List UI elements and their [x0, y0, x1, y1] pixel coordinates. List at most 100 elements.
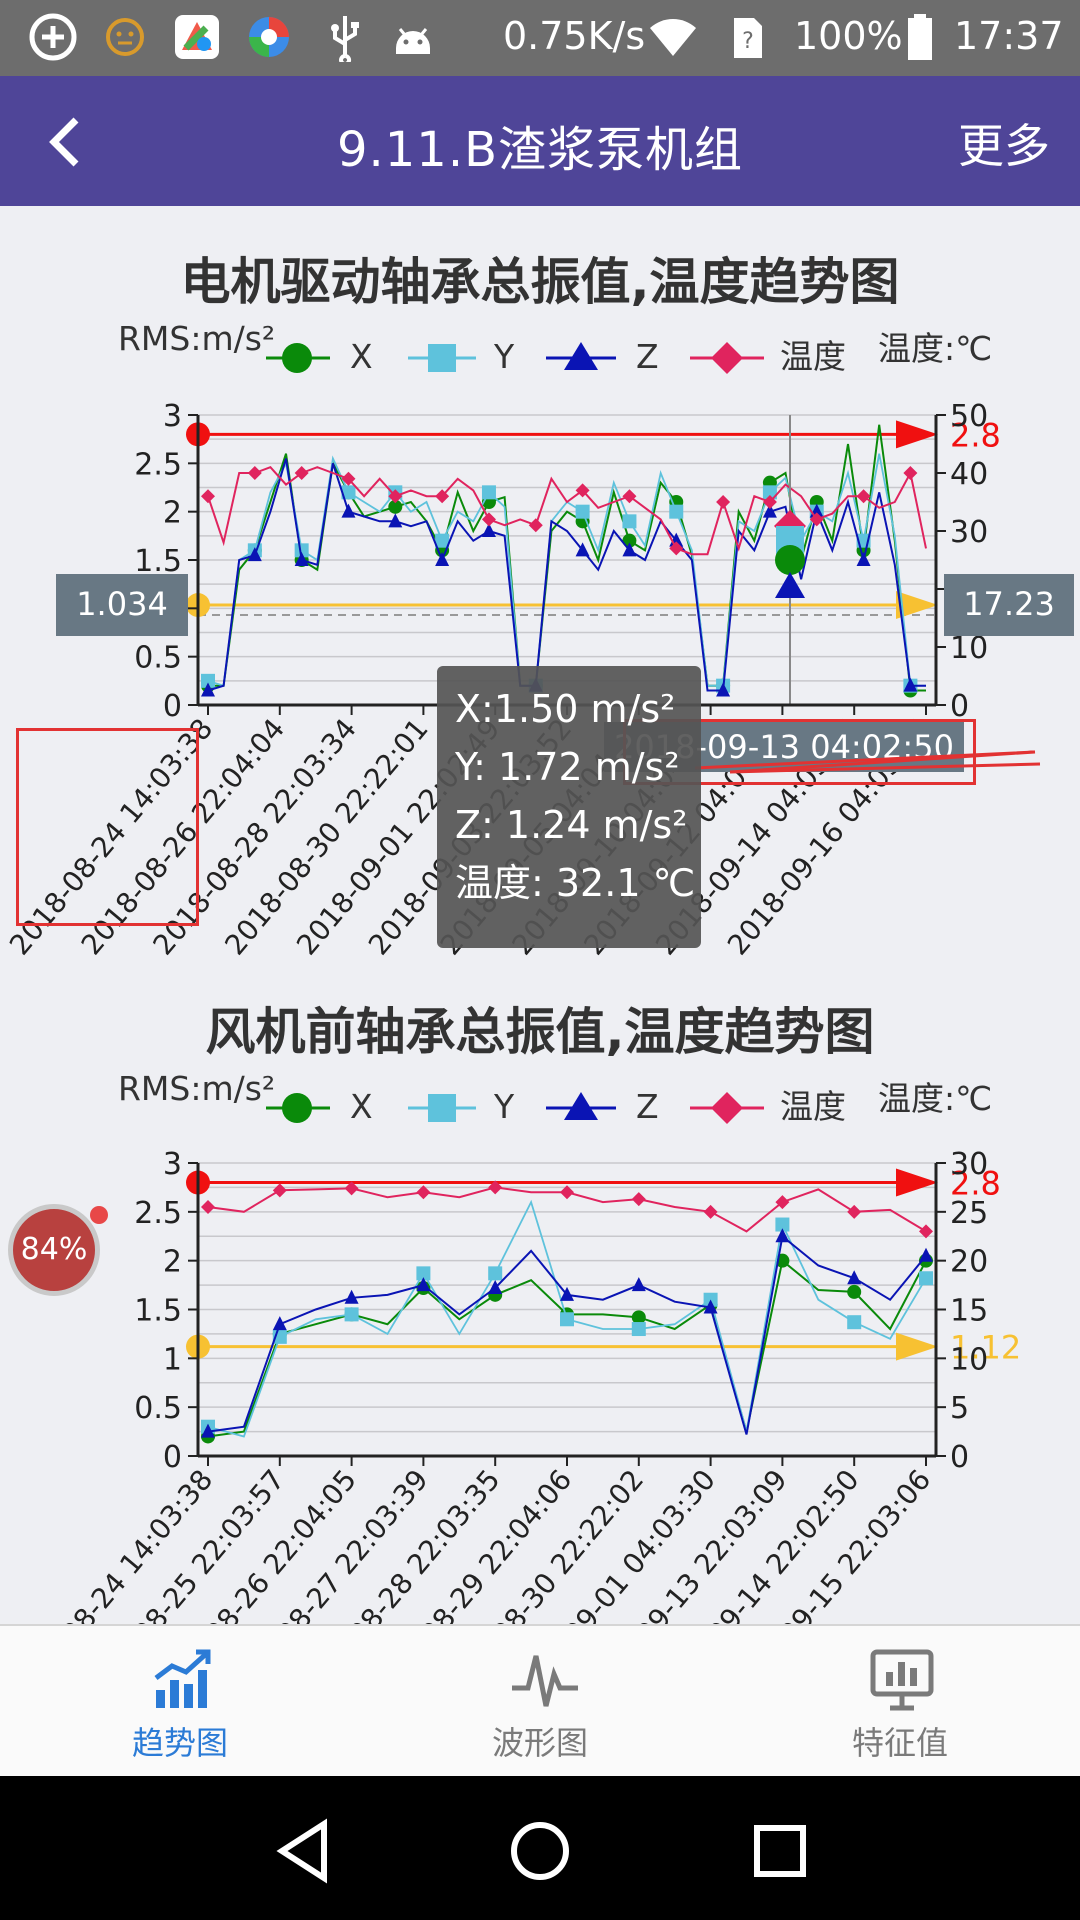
series-line-Z	[207, 458, 926, 692]
android-icon	[396, 28, 430, 54]
legend-x-label: X	[350, 337, 373, 376]
point-temp	[903, 466, 918, 480]
legend-y-label: Y	[493, 337, 515, 376]
legend-right-unit: 温度:℃	[878, 1079, 992, 1118]
home-circle-icon[interactable]	[505, 1816, 575, 1886]
y2-tick-label: 40	[950, 457, 988, 492]
tooltip-temp: 温度: 32.1 ℃	[455, 861, 696, 905]
chart1-legend: RMS:m/s² X Y Z 温度 温度:℃	[118, 320, 992, 376]
legend-x-icon	[282, 343, 312, 373]
legend-y-icon	[428, 1094, 456, 1122]
y2-tick-label: 10	[950, 1342, 988, 1377]
trend-chart-icon	[154, 1649, 211, 1708]
y2-tick-label: 30	[950, 1147, 988, 1182]
notification-dot	[90, 1206, 108, 1224]
legend-y-icon	[428, 344, 456, 372]
y-tick-label: 0.5	[134, 641, 182, 676]
battery-icon	[908, 14, 932, 60]
y2-tick-label: 0	[950, 1440, 969, 1475]
system-nav-bar	[0, 1776, 1080, 1920]
monitor-chart-icon	[870, 1649, 934, 1711]
left-value-badge: 1.034	[56, 574, 188, 636]
floating-assistant-button[interactable]: 84%	[8, 1204, 100, 1296]
y-tick-label: 2	[163, 1245, 182, 1280]
tooltip-z: Z: 1.24 m/s²	[455, 803, 688, 847]
y-tick-label: 2	[163, 496, 182, 531]
point-x	[847, 1284, 862, 1299]
y2-tick-label: 25	[950, 1196, 988, 1231]
tooltip-x: X:1.50 m/s²	[455, 687, 676, 731]
chart1-title: 电机驱动轴承总振值,温度趋势图	[180, 253, 900, 311]
back-triangle-icon[interactable]	[268, 1816, 338, 1886]
point-y	[622, 514, 637, 529]
right-value-badge: 17.23	[944, 574, 1074, 636]
legend-x-icon	[282, 1093, 312, 1123]
point-y	[847, 1315, 862, 1330]
tab-feature-label: 特征值	[851, 1724, 948, 1762]
legend-temp-label: 温度	[780, 337, 846, 376]
highlight-x	[775, 545, 805, 575]
point-y	[631, 1322, 646, 1337]
add-circle-icon	[29, 13, 77, 61]
y-tick-label: 2.5	[134, 447, 182, 482]
y-tick-label: 0	[163, 1440, 182, 1475]
more-button[interactable]: 更多	[958, 110, 1050, 176]
y2-tick-label: 30	[950, 515, 988, 550]
chart2-title: 风机前轴承总振值,温度趋势图	[205, 1003, 875, 1061]
chart2-legend: RMS:m/s² X Y Z 温度 温度:℃	[118, 1070, 992, 1126]
legend-z-label: Z	[636, 337, 659, 376]
point-temp	[201, 489, 215, 504]
recents-square-icon[interactable]	[745, 1816, 815, 1886]
legend-y-label: Y	[493, 1087, 515, 1126]
y-tick-label: 1.5	[134, 1294, 182, 1329]
legend-temp-label: 温度	[780, 1087, 846, 1126]
app-bar: 9.11.B渣浆泵机组 更多	[0, 76, 1080, 206]
legend-z-icon	[564, 342, 598, 370]
y2-tick-label: 20	[950, 1245, 988, 1280]
tooltip-y: Y: 1.72 m/s²	[455, 745, 680, 789]
y-tick-label: 2.5	[134, 1196, 182, 1231]
legend-temp-icon	[711, 342, 743, 374]
waveform-icon	[512, 1655, 578, 1707]
status-bar: 0.75K/s ? 100% 17:37	[0, 0, 1080, 76]
face-icon	[106, 18, 144, 56]
point-z	[631, 1277, 646, 1292]
y2-tick-label: 5	[950, 1391, 969, 1426]
y2-tick-label: 15	[950, 1294, 988, 1329]
tab-trend-label: 趋势图	[131, 1724, 228, 1762]
point-temp	[716, 495, 731, 509]
y-tick-label: 1	[163, 1342, 182, 1377]
y-tick-label: 3	[163, 1147, 182, 1182]
chart2[interactable]: RMS:m/s² X Y Z 温度 温度:℃ 2.81.12 00.511.52…	[0, 1070, 1080, 1624]
y-tick-label: 0.5	[134, 1391, 182, 1426]
page-title: 9.11.B渣浆泵机组	[336, 122, 744, 178]
network-speed: 0.75K/s	[503, 14, 646, 58]
point-temp	[247, 466, 262, 480]
sim-icon: ?	[734, 18, 762, 58]
legend-right-unit: 温度:℃	[878, 329, 992, 368]
point-temp	[856, 489, 871, 504]
legend-temp-icon	[711, 1092, 743, 1124]
legend-z-label: Z	[636, 1087, 659, 1126]
app-store-icon	[175, 15, 219, 59]
legend-x-label: X	[350, 1087, 373, 1126]
point-y	[575, 504, 590, 519]
y2-tick-label: 10	[950, 631, 988, 666]
alarm-arrow	[896, 420, 938, 449]
annotation-box	[16, 728, 199, 926]
wifi-icon	[650, 19, 696, 56]
usb-icon	[331, 16, 359, 62]
point-temp	[481, 512, 496, 527]
tab-trend[interactable]: 趋势图	[0, 1626, 360, 1776]
point-temp	[528, 518, 543, 533]
data-tooltip: X:1.50 m/s² Y: 1.72 m/s² Z: 1.24 m/s² 温度…	[437, 666, 701, 948]
point-y	[344, 1307, 359, 1322]
battery-percent: 100%	[794, 14, 903, 58]
bottom-tab-bar: 趋势图 波形图 特征值	[0, 1624, 1080, 1778]
legend-left-unit: RMS:m/s²	[118, 1070, 275, 1108]
tab-feature[interactable]: 特征值	[720, 1626, 1080, 1776]
tab-waveform-label: 波形图	[491, 1724, 588, 1762]
svg-text:?: ?	[742, 29, 754, 54]
tab-waveform[interactable]: 波形图	[360, 1626, 720, 1776]
warn-arrow	[896, 1332, 938, 1361]
